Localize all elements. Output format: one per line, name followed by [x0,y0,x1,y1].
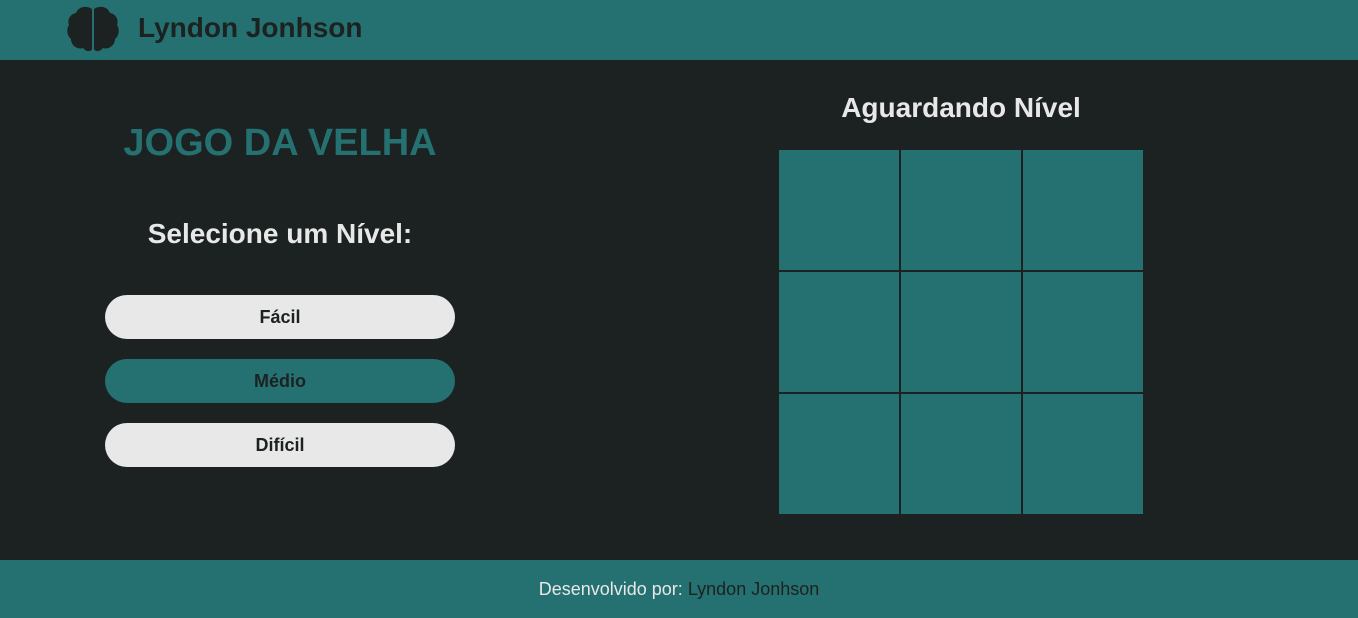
board-cell[interactable] [1023,272,1143,392]
game-board [779,150,1143,514]
level-medium-button[interactable]: Médio [105,359,455,403]
board-cell[interactable] [901,272,1021,392]
brand-name: Lyndon Jonhson [138,12,363,43]
board-cell[interactable] [901,394,1021,514]
board-cell[interactable] [901,150,1021,270]
board-cell[interactable] [779,150,899,270]
board-cell[interactable] [779,394,899,514]
main-content: JOGO DA VELHA Selecione um Nível: Fácil … [0,60,1358,560]
game-status: Aguardando Nível [841,92,1081,123]
footer: Desenvolvido por: Lyndon Jonhson [0,560,1358,618]
board-cell[interactable] [1023,394,1143,514]
board-cell[interactable] [779,272,899,392]
level-prompt: Selecione um Nível: [147,218,413,249]
level-easy-button[interactable]: Fácil [105,295,455,339]
footer-author-link[interactable]: Lyndon Jonhson [688,579,819,600]
brain-icon [67,6,119,52]
game-title: JOGO DA VELHA [123,122,437,164]
board-cell[interactable] [1023,150,1143,270]
header: Lyndon Jonhson [0,0,1358,60]
level-hard-button[interactable]: Difícil [105,423,455,467]
footer-credit-label: Desenvolvido por: [538,578,683,599]
